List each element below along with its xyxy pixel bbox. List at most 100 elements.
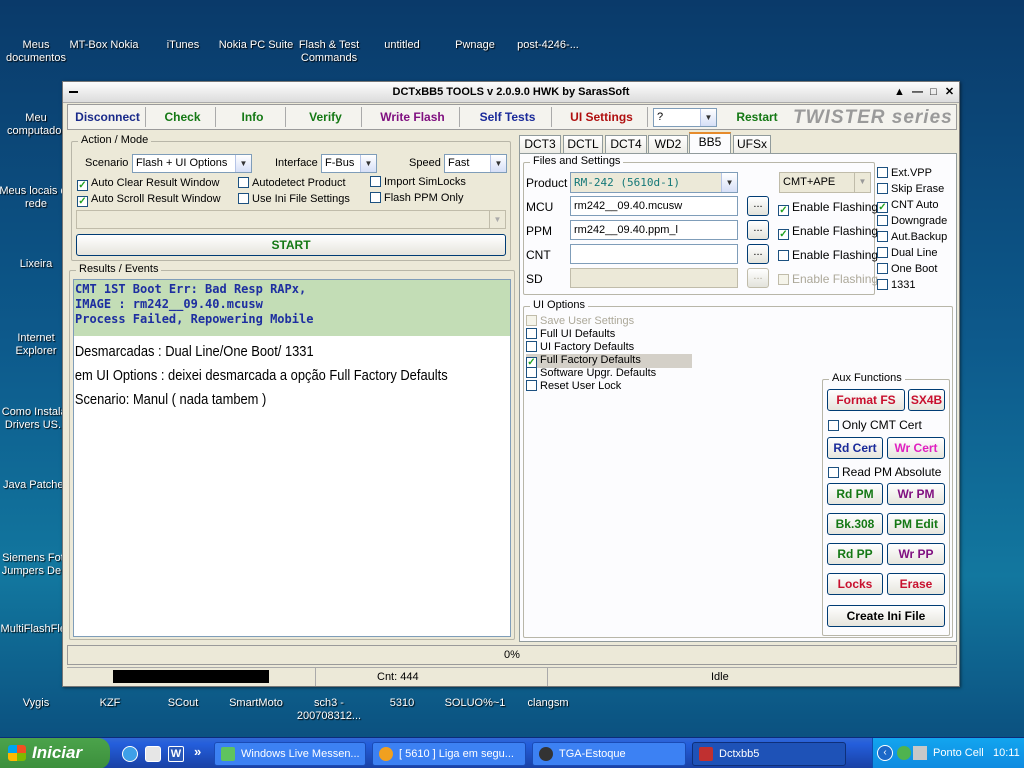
- cnt-field[interactable]: [570, 244, 738, 264]
- sx4b-button[interactable]: SX4B: [908, 389, 945, 411]
- ui-option-checkbox[interactable]: Reset User Lock: [526, 380, 621, 392]
- checkbox-box: [828, 467, 839, 478]
- rd-pp-button[interactable]: Rd PP: [827, 543, 883, 565]
- wr-pp-button[interactable]: Wr PP: [887, 543, 945, 565]
- sd-field: [570, 268, 738, 288]
- ui-option-checkbox[interactable]: UI Factory Defaults: [526, 341, 634, 353]
- checkbox-label: One Boot: [891, 263, 938, 275]
- ui-option-checkbox[interactable]: ✓ Full Factory Defaults: [526, 354, 692, 368]
- tab-dct3[interactable]: DCT3: [519, 135, 561, 153]
- close-button[interactable]: ✕: [943, 86, 956, 99]
- ui-settings-button[interactable]: UI Settings: [556, 107, 648, 127]
- ui-option-checkbox[interactable]: Software Upgr. Defaults: [526, 367, 656, 379]
- wr-pm-button[interactable]: Wr PM: [887, 483, 945, 505]
- option-checkbox[interactable]: Skip Erase: [877, 183, 944, 195]
- speed-select[interactable]: Fast ▼: [444, 154, 507, 173]
- autodetect-product-checkbox[interactable]: Autodetect Product: [238, 177, 346, 189]
- desktop-icon[interactable]: untitled: [363, 2, 441, 52]
- option-checkbox[interactable]: Ext.VPP: [877, 167, 932, 179]
- network-tray-icon[interactable]: [913, 746, 927, 760]
- self-tests-button[interactable]: Self Tests: [464, 107, 552, 127]
- desktop-icon[interactable]: Nokia PC Suite: [217, 2, 295, 52]
- pm-edit-button[interactable]: PM Edit: [887, 513, 945, 535]
- only-cmt-cert-checkbox[interactable]: Only CMT Cert: [828, 418, 922, 432]
- erase-button[interactable]: Erase: [887, 573, 945, 595]
- start-button[interactable]: Iniciar: [0, 738, 110, 768]
- desktop-icon[interactable]: post-4246-...: [509, 2, 587, 52]
- ui-option-checkbox[interactable]: Full UI Defaults: [526, 328, 615, 340]
- option-checkbox[interactable]: ✓ CNT Auto: [877, 199, 939, 213]
- title-bar[interactable]: DCTxBB5 TOOLS v 2.0.9.0 HWK by SarasSoft…: [63, 82, 959, 103]
- mcu-enable-flashing-checkbox[interactable]: ✓ Enable Flashing: [778, 200, 878, 216]
- scroll-up-button[interactable]: ▲: [893, 86, 906, 99]
- progress-bar: 0%: [67, 645, 957, 665]
- action-mode-legend: Action / Mode: [78, 134, 152, 146]
- option-checkbox[interactable]: Dual Line: [877, 247, 937, 259]
- disconnect-button[interactable]: Disconnect: [70, 107, 146, 127]
- desktop-icon[interactable]: Pwnage: [436, 2, 514, 52]
- mcu-field[interactable]: rm242__09.40.mcusw: [570, 196, 738, 216]
- verify-button[interactable]: Verify: [290, 107, 362, 127]
- more-quicklaunch-icon[interactable]: »: [194, 744, 201, 759]
- option-checkbox[interactable]: 1331: [877, 279, 915, 291]
- format-fs-button[interactable]: Format FS: [827, 389, 905, 411]
- interface-select[interactable]: F-Bus ▼: [321, 154, 377, 173]
- check-button[interactable]: Check: [150, 107, 216, 127]
- option-checkbox[interactable]: One Boot: [877, 263, 937, 275]
- mode-select[interactable]: CMT+APE ▼: [779, 172, 871, 193]
- scenario-select[interactable]: Flash + UI Options ▼: [132, 154, 252, 173]
- import-simlocks-checkbox[interactable]: Import SimLocks: [370, 176, 466, 188]
- tray-expand-icon[interactable]: ‹: [877, 745, 893, 761]
- windows-logo-icon: [8, 745, 26, 761]
- tab-bb5[interactable]: BB5: [689, 132, 731, 154]
- product-select[interactable]: RM-242 (5610d-1) ▼: [570, 172, 738, 193]
- maximize-button[interactable]: □: [927, 86, 940, 99]
- messenger-tray-icon[interactable]: [897, 746, 911, 760]
- desktop-icon[interactable]: MT-Box Nokia: [65, 2, 143, 52]
- start-button[interactable]: START: [76, 234, 506, 256]
- tab-dctl[interactable]: DCTL: [563, 135, 603, 153]
- desktop-icon[interactable]: Flash & Test Commands: [290, 2, 368, 65]
- task-label: [ 5610 ] Liga em segu...: [399, 748, 514, 760]
- desktop-icon[interactable]: Meus documentos: [0, 2, 75, 65]
- minimize-button[interactable]: —: [911, 86, 924, 99]
- results-area[interactable]: CMT 1ST Boot Err: Bad Resp RAPx, IMAGE :…: [73, 279, 511, 637]
- task-dctxbb5[interactable]: Dctxbb5: [692, 742, 846, 766]
- option-checkbox[interactable]: Downgrade: [877, 215, 947, 227]
- task-browser[interactable]: [ 5610 ] Liga em segu...: [372, 742, 526, 766]
- desktop-icon[interactable]: iTunes: [144, 2, 222, 52]
- cnt-enable-flashing-checkbox[interactable]: Enable Flashing: [778, 248, 878, 262]
- wr-cert-button[interactable]: Wr Cert: [887, 437, 945, 459]
- create-ini-file-button[interactable]: Create Ini File: [827, 605, 945, 627]
- word-quicklaunch-icon[interactable]: W: [168, 746, 184, 762]
- rd-cert-button[interactable]: Rd Cert: [827, 437, 883, 459]
- checkbox-label: Enable Flashing: [792, 248, 879, 262]
- task-windows-live-messenger[interactable]: Windows Live Messen...: [214, 742, 366, 766]
- rd-pm-button[interactable]: Rd PM: [827, 483, 883, 505]
- write-flash-button[interactable]: Write Flash: [366, 107, 460, 127]
- option-checkbox[interactable]: Aut.Backup: [877, 231, 947, 243]
- restart-button[interactable]: Restart: [724, 107, 790, 127]
- ppm-browse-button[interactable]: ...: [747, 220, 769, 240]
- bk308-button[interactable]: Bk.308: [827, 513, 883, 535]
- auto-clear-checkbox[interactable]: ✓ Auto Clear Result Window: [77, 177, 219, 191]
- ppm-field[interactable]: rm242__09.40.ppm_l: [570, 220, 738, 240]
- task-tga-estoque[interactable]: TGA-Estoque: [532, 742, 686, 766]
- ie-quicklaunch-icon[interactable]: [122, 746, 138, 762]
- mcu-browse-button[interactable]: ...: [747, 196, 769, 216]
- ppm-enable-flashing-checkbox[interactable]: ✓ Enable Flashing: [778, 224, 878, 240]
- use-ini-settings-checkbox[interactable]: Use Ini File Settings: [238, 193, 350, 205]
- read-pm-absolute-checkbox[interactable]: Read PM Absolute: [828, 465, 941, 479]
- ie-alt-quicklaunch-icon[interactable]: [145, 746, 161, 762]
- system-tray: ‹ Ponto Cell 10:11: [872, 738, 1024, 768]
- info-button[interactable]: Info: [220, 107, 286, 127]
- checkbox-box: [526, 380, 537, 391]
- tab-dct4[interactable]: DCT4: [605, 135, 647, 153]
- cnt-browse-button[interactable]: ...: [747, 244, 769, 264]
- tab-ufsx[interactable]: UFSx: [733, 135, 771, 153]
- flash-ppm-only-checkbox[interactable]: Flash PPM Only: [370, 192, 463, 204]
- locks-button[interactable]: Locks: [827, 573, 883, 595]
- toolbar-select[interactable]: ? ▼: [653, 108, 717, 127]
- tab-wd2[interactable]: WD2: [648, 135, 688, 153]
- auto-scroll-checkbox[interactable]: ✓ Auto Scroll Result Window: [77, 193, 221, 207]
